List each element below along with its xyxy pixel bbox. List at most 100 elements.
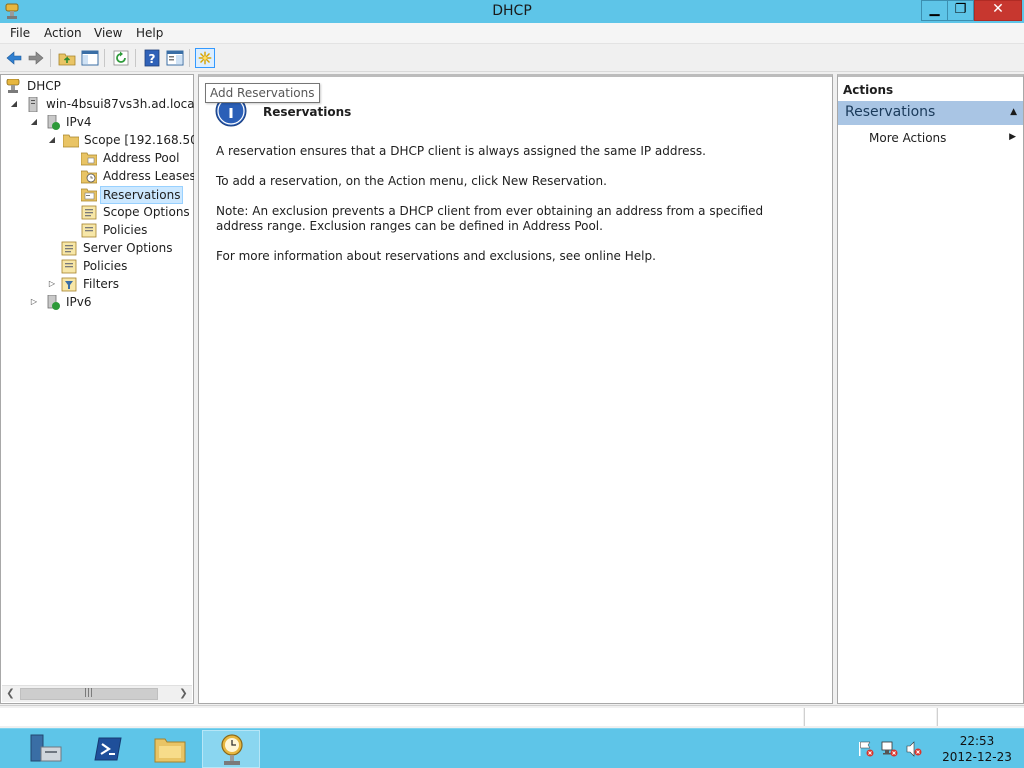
volume-muted-icon[interactable] bbox=[905, 741, 923, 757]
scroll-left-icon[interactable]: ❮ bbox=[2, 686, 19, 702]
window-title: DHCP bbox=[492, 3, 532, 19]
show-hide-tree-icon[interactable] bbox=[80, 48, 100, 68]
close-icon: ✕ bbox=[992, 1, 1004, 17]
restore-button[interactable]: ❐ bbox=[947, 0, 974, 21]
collapsed-arrow-icon[interactable]: ▷ bbox=[47, 275, 57, 293]
status-cell bbox=[0, 708, 803, 726]
toolbar: ? bbox=[0, 44, 1024, 72]
expanded-arrow-icon[interactable]: ◢ bbox=[47, 131, 57, 149]
tree-label: Address Pool bbox=[103, 151, 180, 165]
tree-item-address-leases[interactable]: Address Leases bbox=[81, 167, 196, 185]
tree-label: DHCP bbox=[27, 79, 61, 93]
taskbar: 22:53 2012-12-23 bbox=[0, 728, 1024, 768]
ipv6-icon bbox=[47, 295, 60, 310]
tree-item-scope[interactable]: ◢ Scope [192.168.50.0] bbox=[47, 131, 214, 149]
menu-view[interactable]: View bbox=[94, 26, 122, 40]
minimize-button[interactable]: ▁ bbox=[921, 0, 948, 21]
actions-section-label: Reservations bbox=[845, 104, 936, 120]
console-tree[interactable]: DHCP ◢ win-4bsui87vs3h.ad.local ◢ IPv4 ◢… bbox=[0, 74, 214, 704]
powershell-taskbar-button[interactable] bbox=[79, 730, 137, 768]
server-manager-taskbar-button[interactable] bbox=[16, 730, 74, 768]
dhcp-icon bbox=[6, 79, 20, 93]
menu-file[interactable]: File bbox=[10, 26, 30, 40]
tree-item-server-options[interactable]: Server Options bbox=[61, 239, 191, 257]
server-manager-icon bbox=[30, 734, 62, 762]
address-leases-icon bbox=[81, 170, 97, 184]
grip-icon: ||| bbox=[84, 688, 94, 698]
tree-item-ipv4[interactable]: ◢ IPv4 bbox=[29, 113, 189, 131]
tree-item-ipv6[interactable]: ▷ IPv6 bbox=[29, 293, 189, 311]
tree-item-policies[interactable]: Policies bbox=[61, 257, 191, 275]
tree-label: Policies bbox=[83, 259, 128, 273]
clock-date: 2012-12-23 bbox=[942, 750, 1012, 764]
description-paragraph: To add a reservation, on the Action menu… bbox=[216, 174, 607, 188]
system-clock[interactable]: 22:53 2012-12-23 bbox=[934, 733, 1020, 765]
address-pool-icon bbox=[81, 152, 97, 166]
action-center-flag-icon[interactable] bbox=[857, 741, 875, 757]
filter-icon bbox=[61, 277, 77, 292]
menu-action[interactable]: Action bbox=[44, 26, 82, 40]
tree-item-scope-policies[interactable]: Policies bbox=[81, 221, 191, 239]
tree-label: win-4bsui87vs3h.ad.local bbox=[46, 97, 198, 111]
ipv4-icon bbox=[47, 115, 60, 130]
tree-item-scope-options[interactable]: Scope Options bbox=[81, 203, 191, 221]
forward-arrow-icon[interactable] bbox=[26, 48, 46, 68]
svg-text:?: ? bbox=[149, 52, 156, 66]
scroll-right-icon[interactable]: ❯ bbox=[175, 686, 192, 702]
tooltip: Add Reservations bbox=[205, 83, 320, 103]
up-folder-icon[interactable] bbox=[57, 48, 77, 68]
toolbar-separator bbox=[189, 49, 190, 67]
status-bar bbox=[0, 705, 1024, 727]
tree-label: Address Leases bbox=[103, 169, 196, 183]
dhcp-taskbar-button[interactable] bbox=[202, 730, 260, 768]
menu-bar: File Action View Help bbox=[0, 23, 1024, 44]
tree-item-filters[interactable]: ▷ Filters bbox=[47, 275, 191, 293]
description-paragraph: A reservation ensures that a DHCP client… bbox=[216, 144, 706, 158]
actions-section-reservations[interactable]: Reservations ▲ bbox=[838, 101, 1023, 125]
tree-horizontal-scrollbar[interactable]: ❮ ||| ❯ bbox=[2, 685, 192, 702]
back-arrow-icon[interactable] bbox=[4, 48, 24, 68]
collapse-triangle-icon[interactable]: ▲ bbox=[1010, 107, 1017, 117]
properties-icon[interactable] bbox=[165, 48, 185, 68]
toolbar-separator bbox=[50, 49, 51, 67]
expanded-arrow-icon[interactable]: ◢ bbox=[9, 95, 19, 113]
tree-label: Policies bbox=[103, 223, 148, 237]
tree-label: Reservations bbox=[100, 186, 184, 204]
note-paragraph: Note: An exclusion prevents a DHCP clien… bbox=[216, 204, 764, 233]
minimize-icon: ▁ bbox=[929, 2, 940, 17]
tree-label: Server Options bbox=[83, 241, 173, 255]
collapsed-arrow-icon[interactable]: ▷ bbox=[29, 293, 39, 311]
more-actions-item[interactable]: More Actions bbox=[869, 131, 946, 145]
submenu-arrow-icon[interactable]: ▶ bbox=[1009, 132, 1016, 142]
powershell-icon bbox=[94, 737, 122, 761]
add-reservation-icon[interactable] bbox=[195, 48, 215, 68]
title-bar: DHCP ▁ ❐ ✕ bbox=[0, 0, 1024, 23]
help-paragraph: For more information about reservations … bbox=[216, 249, 656, 263]
tree-item-address-pool[interactable]: Address Pool bbox=[81, 149, 191, 167]
tree-item-dhcp[interactable]: DHCP bbox=[5, 77, 185, 95]
close-button[interactable]: ✕ bbox=[974, 0, 1022, 21]
help-icon[interactable]: ? bbox=[142, 48, 162, 68]
status-cell bbox=[804, 708, 936, 726]
server-icon bbox=[28, 97, 38, 112]
tree-item-server[interactable]: ◢ win-4bsui87vs3h.ad.local bbox=[9, 95, 198, 113]
expanded-arrow-icon[interactable]: ◢ bbox=[29, 113, 39, 131]
tree-label: IPv4 bbox=[66, 115, 92, 129]
menu-help[interactable]: Help bbox=[136, 26, 163, 40]
folder-icon bbox=[154, 738, 186, 763]
clock-time: 22:53 bbox=[959, 734, 995, 748]
refresh-icon[interactable] bbox=[111, 48, 131, 68]
policies-icon bbox=[61, 259, 77, 274]
folder-icon bbox=[63, 134, 79, 148]
result-pane: Reservations A reservation ensures that … bbox=[198, 74, 833, 704]
scope-options-icon bbox=[81, 205, 97, 220]
file-explorer-taskbar-button[interactable] bbox=[141, 730, 199, 768]
tree-label: Scope Options bbox=[103, 205, 190, 219]
actions-header: Actions bbox=[843, 83, 894, 97]
policies-icon bbox=[81, 223, 97, 238]
tree-label: IPv6 bbox=[66, 295, 92, 309]
restore-icon: ❐ bbox=[954, 2, 967, 17]
network-icon[interactable] bbox=[881, 741, 899, 757]
tree-item-reservations[interactable]: Reservations bbox=[81, 185, 191, 204]
scrollbar-thumb[interactable]: ||| bbox=[20, 688, 158, 700]
